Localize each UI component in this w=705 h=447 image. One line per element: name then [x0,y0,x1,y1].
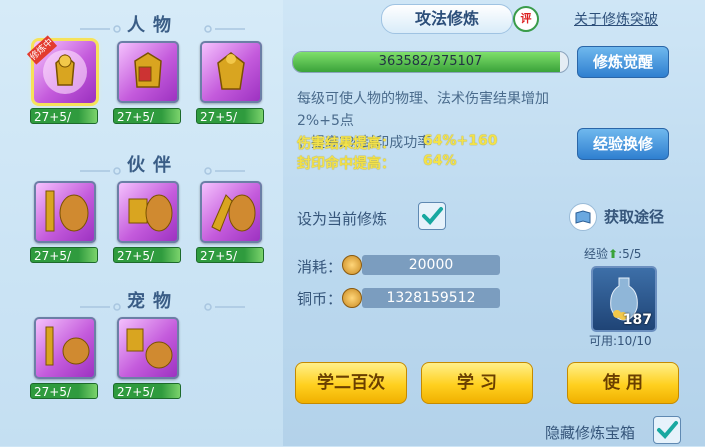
slot-character-magic[interactable] [200,41,262,103]
ornament-right [199,296,245,311]
effect-value: 64%+160 [423,133,498,149]
coin-icon [342,255,362,275]
ornament-right [199,18,245,33]
hide-box-checkbox[interactable] [653,416,681,444]
level-label: 27+5/ [113,383,181,399]
slot-pet-attack[interactable] [34,317,96,379]
arrow-up-icon: ⬆ [608,247,619,261]
slot-partner-attack[interactable] [34,181,96,243]
ornament-left [80,18,126,33]
level-label: 27+5/ [113,247,181,263]
hide-box-label: 隐藏修炼宝箱 [545,424,636,442]
rate-icon[interactable]: 评 [513,6,539,32]
use-button[interactable]: 使 用 [567,362,679,404]
exp-label: 经验 [584,247,609,261]
set-current-label: 设为当前修炼 [297,210,388,228]
ornament-left [80,160,126,175]
slot-partner-defense[interactable] [117,181,179,243]
set-current-checkbox[interactable] [418,202,446,230]
ornament-right [199,160,245,175]
section-title-partner: 伙伴 [127,155,179,176]
cost-label: 消耗： [297,258,343,276]
effect-label: 封印命中提高： [297,156,395,172]
description-line: 每级可使人物的物理、法术伤害结果增加2%+5点 [297,91,549,129]
level-label: 27+5/ [30,108,98,124]
usable-label: 可用:10/10 [589,334,652,348]
level-label: 27+5/ [196,247,264,263]
level-label: 27+5/ [30,383,98,399]
effect-label: 伤害结果提高： [297,136,395,152]
learn-200-button[interactable]: 学二百次 [295,362,407,404]
exp-exchange-button[interactable]: 经验换修 [577,128,669,160]
copper-value: 1328159512 [362,288,500,308]
book-icon[interactable] [569,203,597,231]
training-item-slot[interactable]: 187 [591,266,657,332]
effect-value: 64% [423,153,457,169]
exp-value: :5/5 [618,247,642,261]
about-breakthrough-link[interactable]: 关于修炼突破 [574,9,658,29]
ornament-left [80,296,126,311]
level-label: 27+5/ [30,247,98,263]
learn-button[interactable]: 学 习 [421,362,533,404]
level-label: 27+5/ [196,108,264,124]
tab-attack-magic-training[interactable]: 攻法修炼 [381,4,513,34]
slot-character-defense[interactable] [117,41,179,103]
level-label: 27+5/ [113,108,181,124]
section-title-character: 人物 [127,15,179,36]
awaken-button[interactable]: 修炼觉醒 [577,46,669,78]
copper-label: 铜币： [297,290,343,308]
exp-progress-text: 363582/375107 [378,54,483,69]
section-title-pet: 宠物 [127,291,179,312]
obtain-route-label[interactable]: 获取途径 [604,206,664,227]
coin-icon [342,288,362,308]
item-count: 187 [622,312,652,328]
slot-partner-magic[interactable] [200,181,262,243]
cost-value: 20000 [362,255,500,275]
slot-character-attack[interactable]: 修炼中 [26,35,96,103]
exp-label-wrap: 经验⬆:5/5 [584,245,641,262]
slot-pet-defense[interactable] [117,317,179,379]
exp-progress-bar: 363582/375107 [292,51,569,73]
